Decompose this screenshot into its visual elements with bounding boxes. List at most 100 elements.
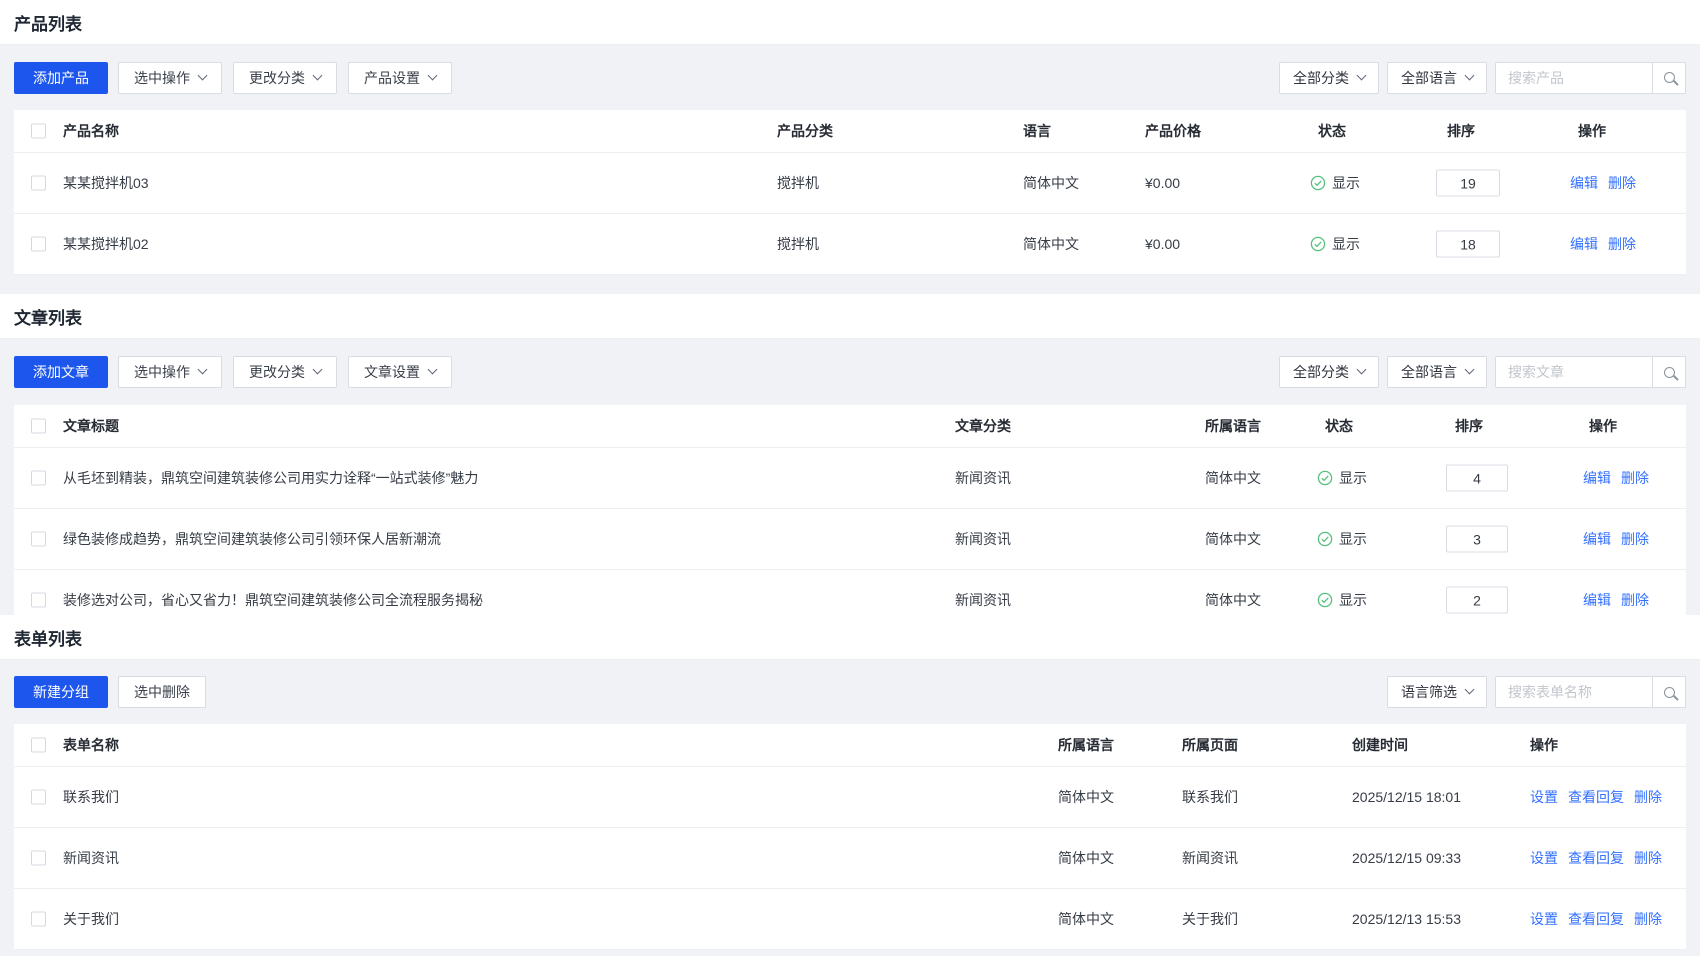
column-header: 状态	[1325, 416, 1353, 436]
row-checkbox[interactable]	[31, 532, 46, 547]
delete-selected-button[interactable]: 选中删除	[118, 676, 206, 708]
column-header: 语言	[1023, 121, 1051, 141]
products-section-title: 产品列表	[14, 10, 82, 35]
form-created-time: 2025/12/13 15:53	[1352, 911, 1461, 927]
sort-input[interactable]	[1446, 526, 1508, 553]
settings-link[interactable]: 设置	[1530, 909, 1558, 929]
products-table-header: 产品名称 产品分类 语言 产品价格 状态 排序 操作	[14, 110, 1686, 153]
articles-search-input[interactable]	[1495, 356, 1653, 388]
chevron-down-icon	[428, 365, 438, 375]
sort-input[interactable]	[1436, 231, 1500, 258]
row-checkbox[interactable]	[31, 176, 46, 191]
forms-search	[1495, 676, 1686, 708]
products-search-button[interactable]	[1652, 62, 1686, 94]
row-checkbox[interactable]	[31, 790, 46, 805]
sort-input[interactable]	[1446, 465, 1508, 492]
column-header: 文章分类	[955, 416, 1011, 436]
edit-link[interactable]: 编辑	[1583, 468, 1611, 488]
articles-change-category-dropdown[interactable]: 更改分类	[233, 356, 337, 388]
column-header: 所属页面	[1182, 735, 1238, 755]
select-all-checkbox[interactable]	[31, 419, 46, 434]
forms-toolbar-filters: 语言筛选	[1379, 676, 1686, 708]
row-checkbox[interactable]	[31, 593, 46, 608]
forms-search-button[interactable]	[1652, 676, 1686, 708]
product-language: 简体中文	[1023, 173, 1079, 193]
article-category: 新闻资讯	[955, 529, 1011, 549]
articles-selected-action-dropdown[interactable]: 选中操作	[118, 356, 222, 388]
column-header: 操作	[1589, 416, 1617, 436]
edit-link[interactable]: 编辑	[1583, 590, 1611, 610]
row-checkbox[interactable]	[31, 912, 46, 927]
delete-link[interactable]: 删除	[1621, 590, 1649, 610]
chevron-down-icon	[313, 70, 323, 80]
article-settings-label: 文章设置	[364, 362, 420, 382]
status-shown-icon	[1310, 236, 1326, 252]
chevron-down-icon	[1357, 365, 1367, 375]
chevron-down-icon	[313, 365, 323, 375]
products-selected-action-dropdown[interactable]: 选中操作	[118, 62, 222, 94]
products-change-category-dropdown[interactable]: 更改分类	[233, 62, 337, 94]
forms-title-strip: 表单列表	[0, 615, 1700, 660]
delete-selected-label: 选中删除	[134, 682, 190, 702]
settings-link[interactable]: 设置	[1530, 787, 1558, 807]
view-replies-link[interactable]: 查看回复	[1568, 909, 1624, 929]
articles-table: 文章标题 文章分类 所属语言 状态 排序 操作 从毛坯到精装，鼎筑空间建筑装修公…	[14, 405, 1686, 615]
status-label: 显示	[1339, 590, 1367, 610]
column-header: 产品名称	[63, 121, 119, 141]
edit-link[interactable]: 编辑	[1583, 529, 1611, 549]
form-created-time: 2025/12/15 18:01	[1352, 789, 1461, 805]
articles-search	[1495, 356, 1686, 388]
article-language: 简体中文	[1205, 529, 1261, 549]
forms-language-filter[interactable]: 语言筛选	[1387, 676, 1487, 708]
table-row: 某某搅拌机02 搅拌机 简体中文 ¥0.00 显示 编辑 删除	[14, 214, 1686, 275]
status-shown-icon	[1310, 175, 1326, 191]
article-language: 简体中文	[1205, 468, 1261, 488]
section-gap	[0, 275, 1700, 294]
select-all-checkbox[interactable]	[31, 738, 46, 753]
row-checkbox[interactable]	[31, 237, 46, 252]
add-article-button[interactable]: 添加文章	[14, 356, 108, 388]
select-all-checkbox[interactable]	[31, 124, 46, 139]
new-group-button[interactable]: 新建分组	[14, 676, 108, 708]
sort-input[interactable]	[1436, 170, 1500, 197]
edit-link[interactable]: 编辑	[1570, 173, 1598, 193]
delete-link[interactable]: 删除	[1634, 848, 1662, 868]
view-replies-link[interactable]: 查看回复	[1568, 848, 1624, 868]
products-language-filter[interactable]: 全部语言	[1387, 62, 1487, 94]
view-replies-link[interactable]: 查看回复	[1568, 787, 1624, 807]
article-category: 新闻资讯	[955, 590, 1011, 610]
product-settings-dropdown[interactable]: 产品设置	[348, 62, 452, 94]
forms-search-input[interactable]	[1495, 676, 1653, 708]
delete-link[interactable]: 删除	[1634, 909, 1662, 929]
products-search-input[interactable]	[1495, 62, 1653, 94]
row-checkbox[interactable]	[31, 851, 46, 866]
delete-link[interactable]: 删除	[1634, 787, 1662, 807]
articles-language-filter[interactable]: 全部语言	[1387, 356, 1487, 388]
settings-link[interactable]: 设置	[1530, 848, 1558, 868]
status-badge: 显示	[1317, 468, 1367, 488]
column-header: 操作	[1530, 735, 1558, 755]
articles-section-title: 文章列表	[14, 304, 82, 329]
delete-link[interactable]: 删除	[1608, 234, 1636, 254]
delete-link[interactable]: 删除	[1621, 529, 1649, 549]
column-header: 产品价格	[1145, 121, 1201, 141]
search-icon	[1664, 367, 1675, 378]
add-product-button[interactable]: 添加产品	[14, 62, 108, 94]
row-checkbox[interactable]	[31, 471, 46, 486]
forms-table: 表单名称 所属语言 所属页面 创建时间 操作 联系我们 简体中文 联系我们 20…	[14, 724, 1686, 950]
row-actions: 编辑 删除	[1583, 529, 1649, 549]
delete-link[interactable]: 删除	[1621, 468, 1649, 488]
status-label: 显示	[1339, 468, 1367, 488]
selected-action-label: 选中操作	[134, 68, 190, 88]
articles-search-button[interactable]	[1652, 356, 1686, 388]
articles-category-filter[interactable]: 全部分类	[1279, 356, 1379, 388]
article-settings-dropdown[interactable]: 文章设置	[348, 356, 452, 388]
sort-input[interactable]	[1446, 587, 1508, 614]
article-category: 新闻资讯	[955, 468, 1011, 488]
edit-link[interactable]: 编辑	[1570, 234, 1598, 254]
product-category: 搅拌机	[777, 234, 819, 254]
products-category-filter[interactable]: 全部分类	[1279, 62, 1379, 94]
delete-link[interactable]: 删除	[1608, 173, 1636, 193]
column-header: 状态	[1318, 121, 1346, 141]
articles-toolbar-filters: 全部分类 全部语言	[1271, 356, 1686, 388]
